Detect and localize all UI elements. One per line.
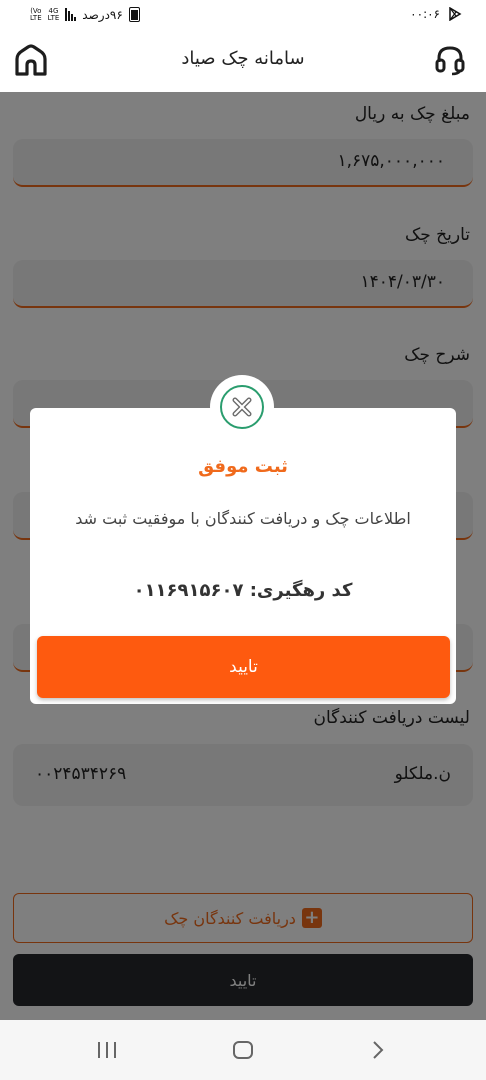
- tracking-label: کد رهگیری:: [249, 580, 353, 601]
- tracking-code: کد رهگیری: ۰۱۱۶۹۱۵۶۰۷: [30, 580, 456, 601]
- clock: ۰۰:۰۶: [410, 7, 440, 21]
- page-title: سامانه چک صیاد: [181, 48, 305, 69]
- status-right: ۰۰:۰۶: [410, 7, 462, 21]
- network-type: 4G LTE: [47, 6, 60, 22]
- signal-icon: [65, 8, 77, 21]
- dialog-confirm-button[interactable]: تایید: [37, 636, 450, 698]
- recent-apps-icon[interactable]: [92, 1038, 122, 1062]
- system-nav-bar: [0, 1020, 486, 1080]
- tracking-value: ۰۱۱۶۹۱۵۶۰۷: [133, 580, 244, 601]
- volte-indicator: Vo) LTE: [30, 6, 42, 22]
- success-dialog: ثبت موفق اطلاعات چک و دریافت کنندگان با …: [30, 408, 456, 704]
- home-nav-icon[interactable]: [228, 1038, 258, 1062]
- status-bar: ۹۶درصد 4G LTE Vo) LTE ۰۰:۰۶: [0, 0, 486, 30]
- dialog-message: اطلاعات چک و دریافت کنندگان با موفقیت ثب…: [75, 509, 411, 528]
- back-icon[interactable]: [362, 1038, 392, 1062]
- battery-icon: [128, 7, 140, 22]
- headset-icon[interactable]: [434, 44, 466, 76]
- battery-text: ۹۶درصد: [82, 7, 123, 22]
- dialog-title: ثبت موفق: [198, 456, 288, 477]
- close-icon[interactable]: [210, 375, 274, 439]
- play-store-icon: [449, 7, 462, 21]
- app-bar: سامانه چک صیاد: [0, 30, 486, 92]
- status-left: ۹۶درصد 4G LTE Vo) LTE: [30, 7, 140, 22]
